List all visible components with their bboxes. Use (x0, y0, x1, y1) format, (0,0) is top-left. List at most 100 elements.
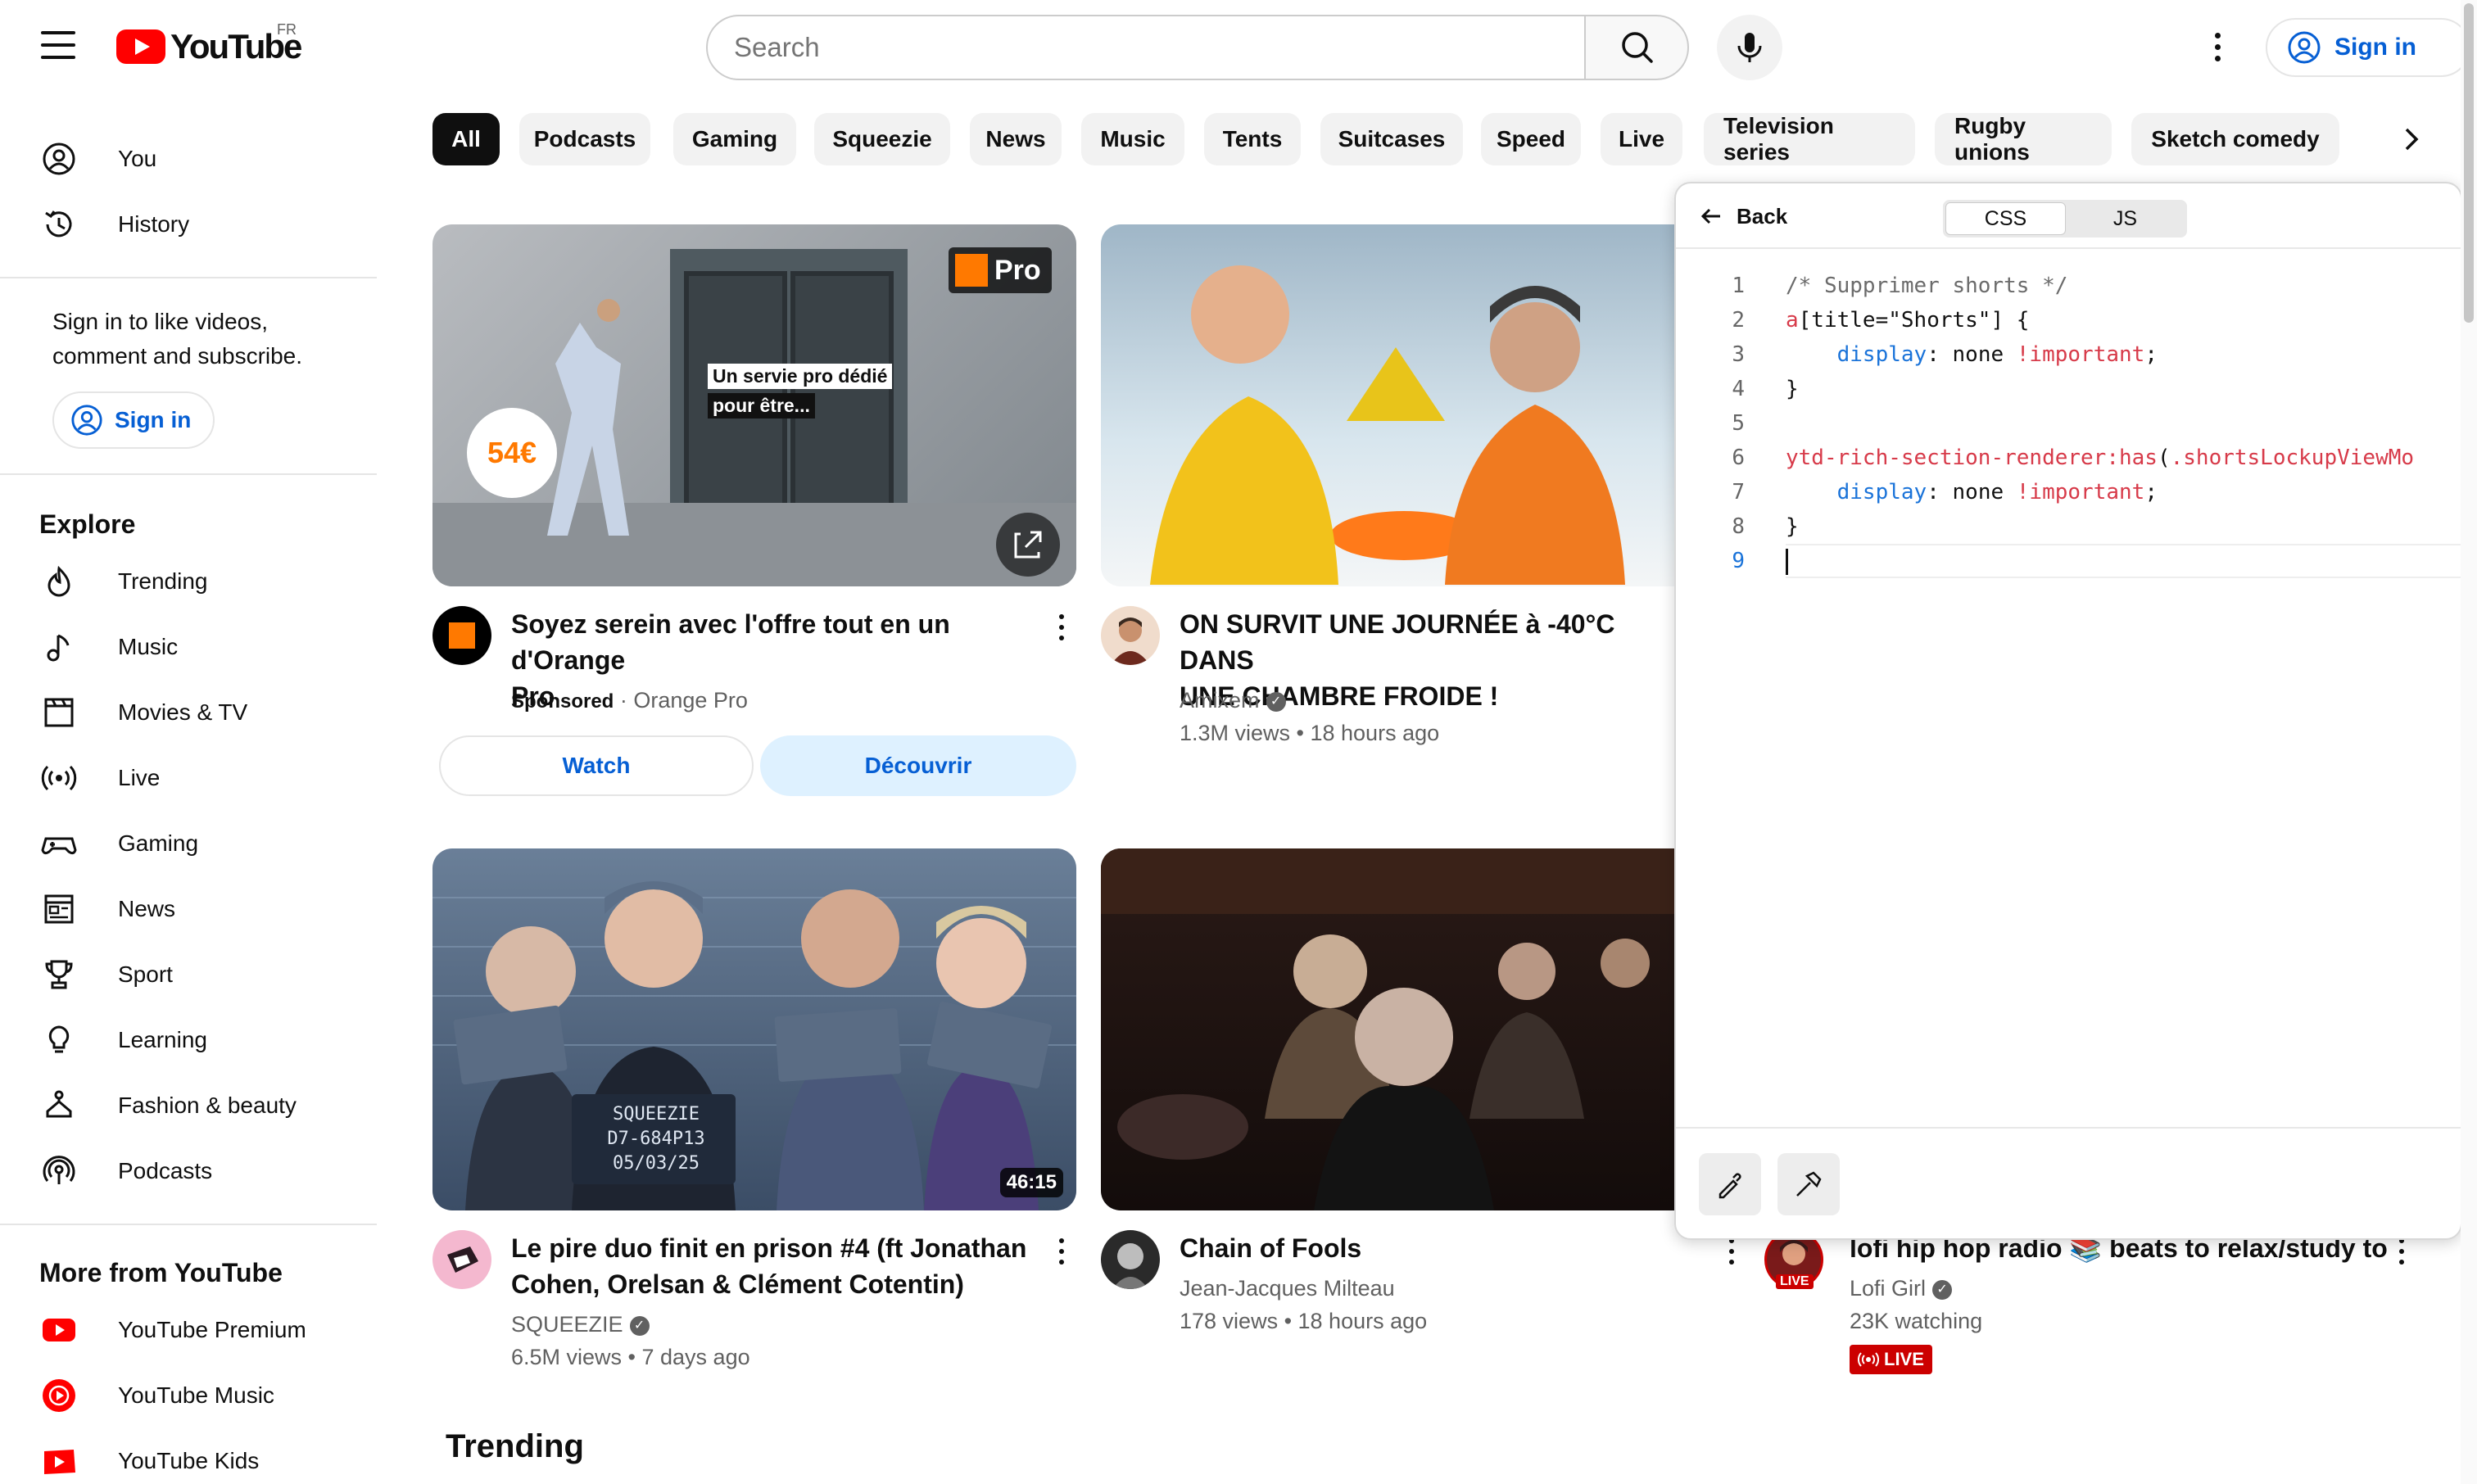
chip-television-series[interactable]: Television series (1704, 113, 1915, 165)
hammer-button[interactable] (1777, 1153, 1840, 1215)
newspaper-icon (39, 889, 79, 929)
video-title[interactable]: Chain of Fools (1180, 1230, 1671, 1266)
watch-button[interactable]: Watch (439, 735, 754, 796)
settings-kebab-icon[interactable] (2212, 33, 2223, 66)
sidebar-item-news[interactable]: News (39, 883, 175, 935)
code-line: 2 a[title="Shorts"] { (1732, 308, 2030, 333)
sidebar-item-sport[interactable]: Sport (39, 948, 173, 1001)
video-meta: 23K watching (1850, 1309, 1983, 1333)
orange-logo-icon (449, 622, 475, 649)
video-duration: 46:15 (999, 1168, 1063, 1197)
signin-prompt-text: Sign in to like videos, comment and subs… (52, 309, 303, 369)
code-line: 7 display: none !important; (1732, 480, 2158, 504)
back-button[interactable]: Back (1699, 201, 1787, 231)
chip-suitcases[interactable]: Suitcases (1320, 113, 1463, 165)
user-circle-icon (2288, 31, 2321, 64)
sidebar-item-music[interactable]: Music (39, 621, 178, 673)
menu-icon[interactable] (41, 31, 75, 59)
code-line: 1/* Supprimer shorts */ (1732, 274, 2068, 298)
ad-overlay-text-1: Un servie pro dédié (708, 364, 893, 389)
chip-music[interactable]: Music (1081, 113, 1184, 165)
code-line-active: 9 (1676, 544, 2461, 578)
sidebar-item-movies[interactable]: Movies & TV (39, 686, 247, 739)
trending-heading: Trending (446, 1428, 584, 1464)
tab-js[interactable]: JS (2066, 202, 2185, 235)
chip-all[interactable]: All (432, 113, 500, 165)
music-note-icon (39, 627, 79, 667)
youtube-music-icon (39, 1376, 79, 1415)
sidebar-item-trending[interactable]: Trending (39, 555, 207, 608)
chip-live[interactable]: Live (1601, 113, 1682, 165)
sidebar: You History Sign in to like videos, comm… (0, 105, 377, 1484)
external-link-icon[interactable] (996, 513, 1060, 577)
chip-squeezie[interactable]: Squeezie (814, 113, 950, 165)
ad-thumbnail[interactable]: Pro Un servie pro dédié pour être... 54€ (432, 224, 1076, 586)
scrollbar-thumb[interactable] (2464, 3, 2474, 323)
sidebar-divider (0, 473, 377, 475)
video-thumbnail-image (1101, 848, 1745, 1210)
video-channel[interactable]: Amixem ✓ (1180, 683, 1286, 717)
more-actions-icon[interactable] (1728, 1238, 1735, 1265)
chip-news[interactable]: News (970, 113, 1062, 165)
clapperboard-icon (39, 693, 79, 732)
code-line: 3 display: none !important; (1732, 342, 2158, 367)
more-actions-icon[interactable] (2398, 1238, 2405, 1265)
youtube-logo[interactable]: YouTube FR (116, 21, 302, 67)
explore-heading: Explore (39, 509, 136, 539)
sidebar-item-fashion[interactable]: Fashion & beauty (39, 1079, 297, 1132)
video-channel[interactable]: SQUEEZIE ✓ (511, 1307, 650, 1341)
channel-avatar[interactable] (432, 1230, 491, 1289)
region-code: FR (277, 21, 297, 38)
more-actions-icon[interactable] (1058, 1238, 1065, 1265)
chevron-right-icon[interactable] (2389, 116, 2434, 162)
eyedropper-button[interactable] (1699, 1153, 1761, 1215)
search-button[interactable] (1584, 15, 1689, 80)
chip-gaming[interactable]: Gaming (673, 113, 796, 165)
chip-sketch-comedy[interactable]: Sketch comedy (2131, 113, 2339, 165)
video-thumbnail[interactable] (1101, 848, 1745, 1210)
ad-overlay-text-2: pour être... (708, 393, 815, 419)
sidebar-item-youtube-premium[interactable]: YouTube Premium (39, 1304, 306, 1356)
text-cursor (1786, 549, 1788, 575)
sign-in-button[interactable]: Sign in (2266, 18, 2470, 77)
arrow-left-icon (1700, 208, 1720, 224)
channel-avatar[interactable] (1101, 1230, 1160, 1289)
video-meta: 178 views • 18 hours ago (1180, 1309, 1428, 1333)
sidebar-item-history[interactable]: History (39, 198, 189, 251)
code-line: 5 (1732, 411, 1745, 436)
sidebar-item-you[interactable]: You (39, 133, 156, 185)
sidebar-item-live[interactable]: Live (39, 752, 160, 804)
more-actions-icon[interactable] (1058, 614, 1065, 640)
chip-podcasts[interactable]: Podcasts (519, 113, 650, 165)
sidebar-item-youtube-music[interactable]: YouTube Music (39, 1369, 274, 1422)
video-thumbnail[interactable]: SQUEEZIE D7-684P13 05/03/25 46:15 (432, 848, 1076, 1210)
video-title[interactable]: Le pire duo finit en prison #4 (ft Jonat… (511, 1230, 1035, 1302)
hammer-icon (1796, 1171, 1822, 1197)
sidebar-item-youtube-kids[interactable]: YouTube Kids (39, 1435, 259, 1484)
chip-speed[interactable]: Speed (1481, 113, 1581, 165)
search-input[interactable]: Search (706, 15, 1587, 80)
video-channel[interactable]: Lofi Girl ✓ (1850, 1271, 1953, 1305)
video-thumbnail[interactable] (1101, 224, 1745, 586)
panel-footer (1676, 1127, 2461, 1238)
video-channel[interactable]: Jean-Jacques Milteau (1180, 1271, 1395, 1305)
channel-avatar[interactable] (432, 606, 491, 665)
channel-avatar[interactable] (1101, 606, 1160, 665)
live-badge: LIVE (1850, 1345, 1932, 1374)
live-broadcast-icon (39, 758, 79, 798)
chip-rugby-unions[interactable]: Rugby unions (1935, 113, 2112, 165)
chip-tents[interactable]: Tents (1204, 113, 1301, 165)
masthead: YouTube FR Search Sign in (0, 0, 2477, 95)
discover-button[interactable]: Découvrir (760, 735, 1076, 796)
custom-code-panel: Back CSS JS 1/* Supprimer shorts */ 2 a[t… (1674, 182, 2462, 1240)
code-editor[interactable]: 1/* Supprimer shorts */ 2 a[title="Shorts… (1676, 269, 2461, 578)
sidebar-item-podcasts[interactable]: Podcasts (39, 1145, 212, 1197)
sidebar-item-gaming[interactable]: Gaming (39, 817, 198, 870)
voice-search-button[interactable] (1717, 15, 1782, 80)
video-thumbnail-image (432, 881, 1076, 1210)
sidebar-sign-in-button[interactable]: Sign in (52, 391, 215, 449)
sidebar-item-learning[interactable]: Learning (39, 1014, 207, 1066)
youtube-premium-icon (39, 1310, 79, 1350)
video-meta: 6.5M views • 7 days ago (511, 1345, 750, 1369)
tab-css[interactable]: CSS (1945, 202, 2066, 235)
